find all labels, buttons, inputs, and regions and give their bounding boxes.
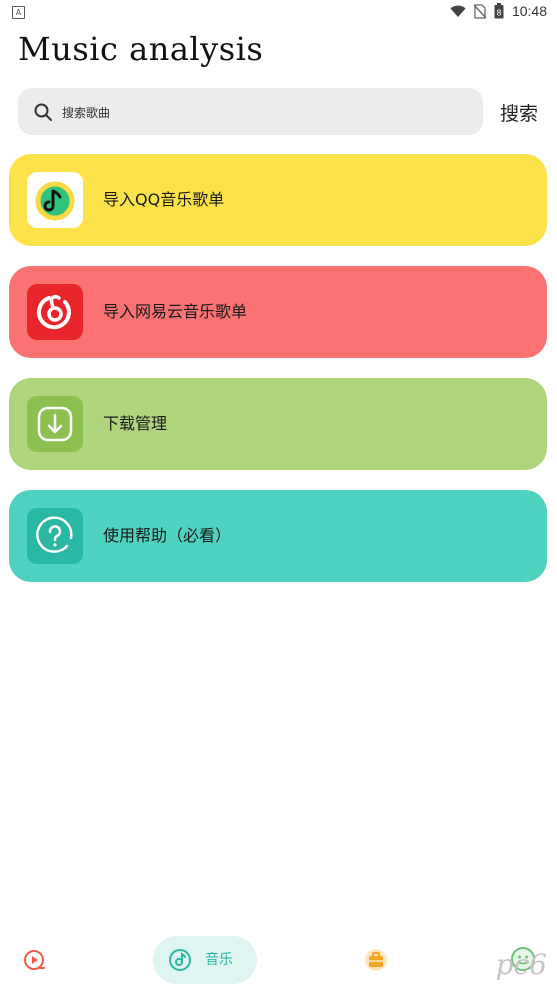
search-bar[interactable] [18,88,483,137]
netease-music-icon [27,284,83,340]
import-qq-music-card[interactable]: 导入QQ音乐歌单 [9,154,547,246]
nav-toolbox-tab[interactable] [364,948,388,972]
download-icon [27,396,83,452]
profile-icon [511,947,535,971]
import-qq-music-label: 导入QQ音乐歌单 [103,190,225,209]
svg-text:8: 8 [496,9,501,18]
wifi-icon [450,5,466,17]
import-netease-music-label: 导入网易云音乐歌单 [103,302,248,321]
video-play-icon [24,950,45,970]
bottom-nav: 音乐 [0,930,557,995]
help-label: 使用帮助（必看） [103,526,232,545]
notification-a-icon: A [12,6,25,19]
app-screen: A 8 10:48 Music analysis 搜索歌曲 搜索 导入QQ音乐歌… [0,0,557,995]
music-disc-icon [169,949,191,971]
battery-icon: 8 [494,3,504,19]
help-card[interactable]: 使用帮助（必看） [9,490,547,582]
download-manager-label: 下载管理 [103,414,168,433]
clock: 10:48 [511,3,547,19]
status-bar: A 8 10:48 [0,0,557,24]
qq-music-icon [27,172,83,228]
help-icon [27,508,83,564]
status-right: 8 10:48 [450,3,547,19]
app-title: Music analysis [18,30,264,68]
nav-music-tab[interactable]: 音乐 [153,936,257,984]
search-input[interactable] [60,88,464,137]
nav-video-tab[interactable] [22,948,46,972]
search-icon [34,103,52,121]
no-sim-icon [473,3,486,19]
nav-profile-tab[interactable] [510,946,536,972]
toolbox-icon [365,949,387,971]
search-button[interactable]: 搜索 [500,99,538,126]
import-netease-music-card[interactable]: 导入网易云音乐歌单 [9,266,547,358]
download-manager-card[interactable]: 下载管理 [9,378,547,470]
nav-music-label: 音乐 [205,952,233,968]
